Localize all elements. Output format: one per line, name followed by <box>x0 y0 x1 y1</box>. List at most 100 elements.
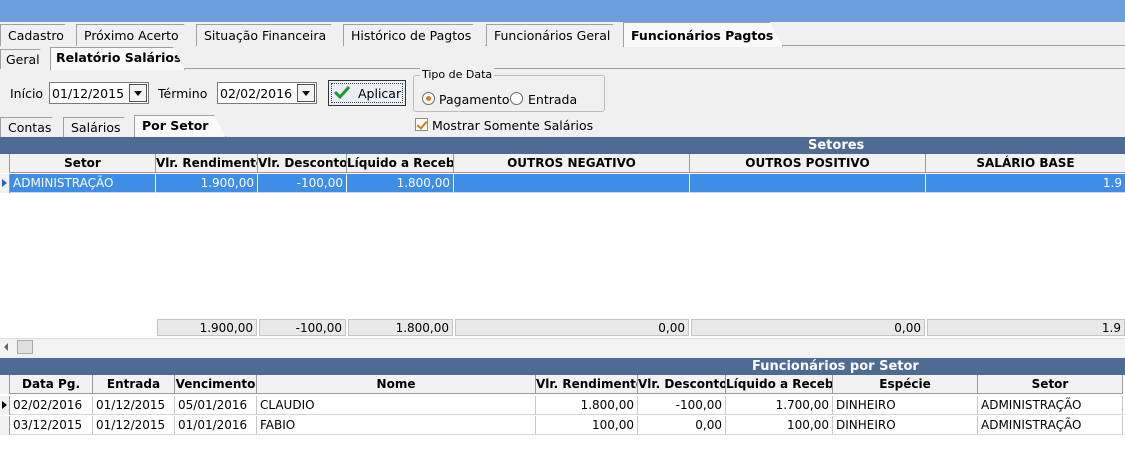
col-header-vlr-descontos[interactable]: Vlr. Descontos <box>638 375 726 394</box>
radio-pagamento[interactable] <box>422 92 435 105</box>
cell-especie[interactable]: DINHEIRO <box>833 416 978 435</box>
tab-label: Geral <box>6 52 40 67</box>
cell-vlr-rendimentos[interactable]: 1.900,00 <box>156 174 258 193</box>
tab-label: Relatório Salários <box>56 50 182 65</box>
tab-label: Por Setor <box>142 118 209 133</box>
cell-data-pg[interactable]: 03/12/2015 <box>10 416 93 435</box>
tipo-de-data-legend: Tipo de Data <box>420 68 495 81</box>
tab-funcionarios-geral[interactable]: Funcionários Geral <box>486 24 626 46</box>
termino-date-field[interactable]: 02/02/2016 <box>217 82 317 104</box>
col-header-especie[interactable]: Espécie <box>833 375 978 394</box>
col-header-vlr-rendimentos[interactable]: Vlr. Rendimentos <box>156 154 258 173</box>
tab-contas[interactable]: Contas <box>0 117 64 137</box>
cell-entrada[interactable]: 01/12/2015 <box>93 396 175 415</box>
row-indicator <box>0 174 10 193</box>
col-header-outros-positivo[interactable]: OUTROS POSITIVO <box>690 154 926 173</box>
scroll-thumb[interactable] <box>17 340 33 354</box>
radio-entrada[interactable] <box>510 92 523 105</box>
tab-label: Cadastro <box>8 28 64 43</box>
cell-entrada[interactable]: 01/12/2015 <box>93 416 175 435</box>
row-indicator <box>0 416 10 435</box>
tab-historico-pagtos[interactable]: Histórico de Pagtos <box>343 24 486 46</box>
tab-label: Salários <box>71 120 121 135</box>
tab-funcionarios-pagtos[interactable]: Funcionários Pagtos <box>623 22 783 47</box>
tab-label: Próximo Acerto <box>84 28 179 43</box>
col-header-nome[interactable]: Nome <box>257 375 536 394</box>
termino-date-value: 02/02/2016 <box>220 86 293 101</box>
total-vlr-rendimentos: 1.900,00 <box>157 319 257 336</box>
cell-setor[interactable]: ADMINISTRAÇÃO <box>978 416 1123 435</box>
tab-label: Funcionários Geral <box>494 28 611 43</box>
grid-corner <box>0 154 10 173</box>
sector-tab-strip: Contas Salários Por Setor <box>0 114 1125 137</box>
radio-entrada-label: Entrada <box>528 92 578 107</box>
col-header-setor[interactable]: Setor <box>978 375 1123 394</box>
cell-vlr-descontos[interactable]: 0,00 <box>638 416 726 435</box>
chevron-down-icon[interactable] <box>297 84 315 102</box>
current-row-arrow-icon <box>2 401 7 409</box>
cell-salario-base[interactable]: 1.9 <box>926 174 1125 193</box>
col-header-salario-base[interactable]: SALÁRIO BASE <box>926 154 1125 173</box>
cell-vlr-rendimentos[interactable]: 100,00 <box>536 416 638 435</box>
cell-liquido-receber[interactable]: 1.700,00 <box>726 396 833 415</box>
cell-especie[interactable]: DINHEIRO <box>833 396 978 415</box>
tab-proximo-acerto[interactable]: Próximo Acerto <box>76 24 197 46</box>
tab-label: Situação Financeira <box>204 28 327 43</box>
setores-title: Setores <box>808 138 865 153</box>
cell-vlr-descontos[interactable]: -100,00 <box>258 174 347 193</box>
col-header-entrada[interactable]: Entrada <box>93 375 175 394</box>
tab-relatorio-salarios[interactable]: Relatório Salários <box>50 47 185 70</box>
aplicar-button[interactable]: Aplicar <box>328 80 406 106</box>
current-row-arrow-icon <box>2 179 7 187</box>
cell-liquido-receber[interactable]: 1.800,00 <box>347 174 454 193</box>
tab-salarios[interactable]: Salários <box>63 117 136 137</box>
total-liquido-receber: 1.800,00 <box>348 319 453 336</box>
checkmark-icon <box>334 85 350 100</box>
funcionarios-title: Funcionários por Setor <box>752 359 919 374</box>
termino-label: Término <box>158 86 208 101</box>
cell-nome[interactable]: FABIO <box>257 416 536 435</box>
tab-cadastro[interactable]: Cadastro <box>0 24 78 46</box>
aplicar-button-label: Aplicar <box>358 86 402 101</box>
main-tab-strip: Cadastro Próximo Acerto Situação Finance… <box>0 22 1125 46</box>
horizontal-scrollbar[interactable] <box>0 338 1125 355</box>
inicio-date-field[interactable]: 01/12/2015 <box>49 82 149 104</box>
cell-data-pg[interactable]: 02/02/2016 <box>10 396 93 415</box>
window-title-bar <box>0 0 1125 22</box>
col-header-liquido-receber[interactable]: Líquido a Receber <box>726 375 833 394</box>
setores-grid[interactable]: Setor Vlr. Rendimentos Vlr. Descontos Lí… <box>0 154 1125 338</box>
cell-liquido-receber[interactable]: 100,00 <box>726 416 833 435</box>
funcionarios-grid[interactable]: Data Pg. Entrada Vencimento Nome Vlr. Re… <box>0 375 1125 460</box>
tab-label: Contas <box>8 120 52 135</box>
row-indicator <box>0 396 10 415</box>
total-outros-positivo: 0,00 <box>691 319 925 336</box>
tab-situacao-financeira[interactable]: Situação Financeira <box>196 24 344 46</box>
scroll-left-icon[interactable] <box>4 343 8 351</box>
cell-vlr-descontos[interactable]: -100,00 <box>638 396 726 415</box>
total-outros-negativo: 0,00 <box>455 319 689 336</box>
cell-setor[interactable]: ADMINISTRAÇÃO <box>10 174 156 193</box>
cell-outros-positivo[interactable] <box>690 174 926 193</box>
cell-outros-negativo[interactable] <box>454 174 690 193</box>
chevron-down-icon[interactable] <box>129 84 147 102</box>
col-header-setor[interactable]: Setor <box>10 154 156 173</box>
grid-corner <box>0 375 10 394</box>
col-header-vencimento[interactable]: Vencimento <box>175 375 257 394</box>
cell-setor[interactable]: ADMINISTRAÇÃO <box>978 396 1123 415</box>
cell-vencimento[interactable]: 01/01/2016 <box>175 416 257 435</box>
col-header-vlr-rendimentos[interactable]: Vlr. Rendimentos <box>536 375 638 394</box>
col-header-vlr-descontos[interactable]: Vlr. Descontos <box>258 154 347 173</box>
col-header-data-pg[interactable]: Data Pg. <box>10 375 93 394</box>
setores-header: Setores <box>0 137 1125 154</box>
inicio-label: Início <box>10 86 44 101</box>
cell-vlr-rendimentos[interactable]: 1.800,00 <box>536 396 638 415</box>
col-header-outros-negativo[interactable]: OUTROS NEGATIVO <box>454 154 690 173</box>
total-vlr-descontos: -100,00 <box>259 319 346 336</box>
sub-tab-strip: Geral Relatório Salários <box>0 47 1125 69</box>
tab-label: Funcionários Pagtos <box>631 28 774 43</box>
cell-vencimento[interactable]: 05/01/2016 <box>175 396 257 415</box>
tab-por-setor[interactable]: Por Setor <box>134 115 226 137</box>
cell-nome[interactable]: CLAUDIO <box>257 396 536 415</box>
tab-geral[interactable]: Geral <box>0 49 52 69</box>
col-header-liquido-receber[interactable]: Líquido a Receber <box>347 154 454 173</box>
